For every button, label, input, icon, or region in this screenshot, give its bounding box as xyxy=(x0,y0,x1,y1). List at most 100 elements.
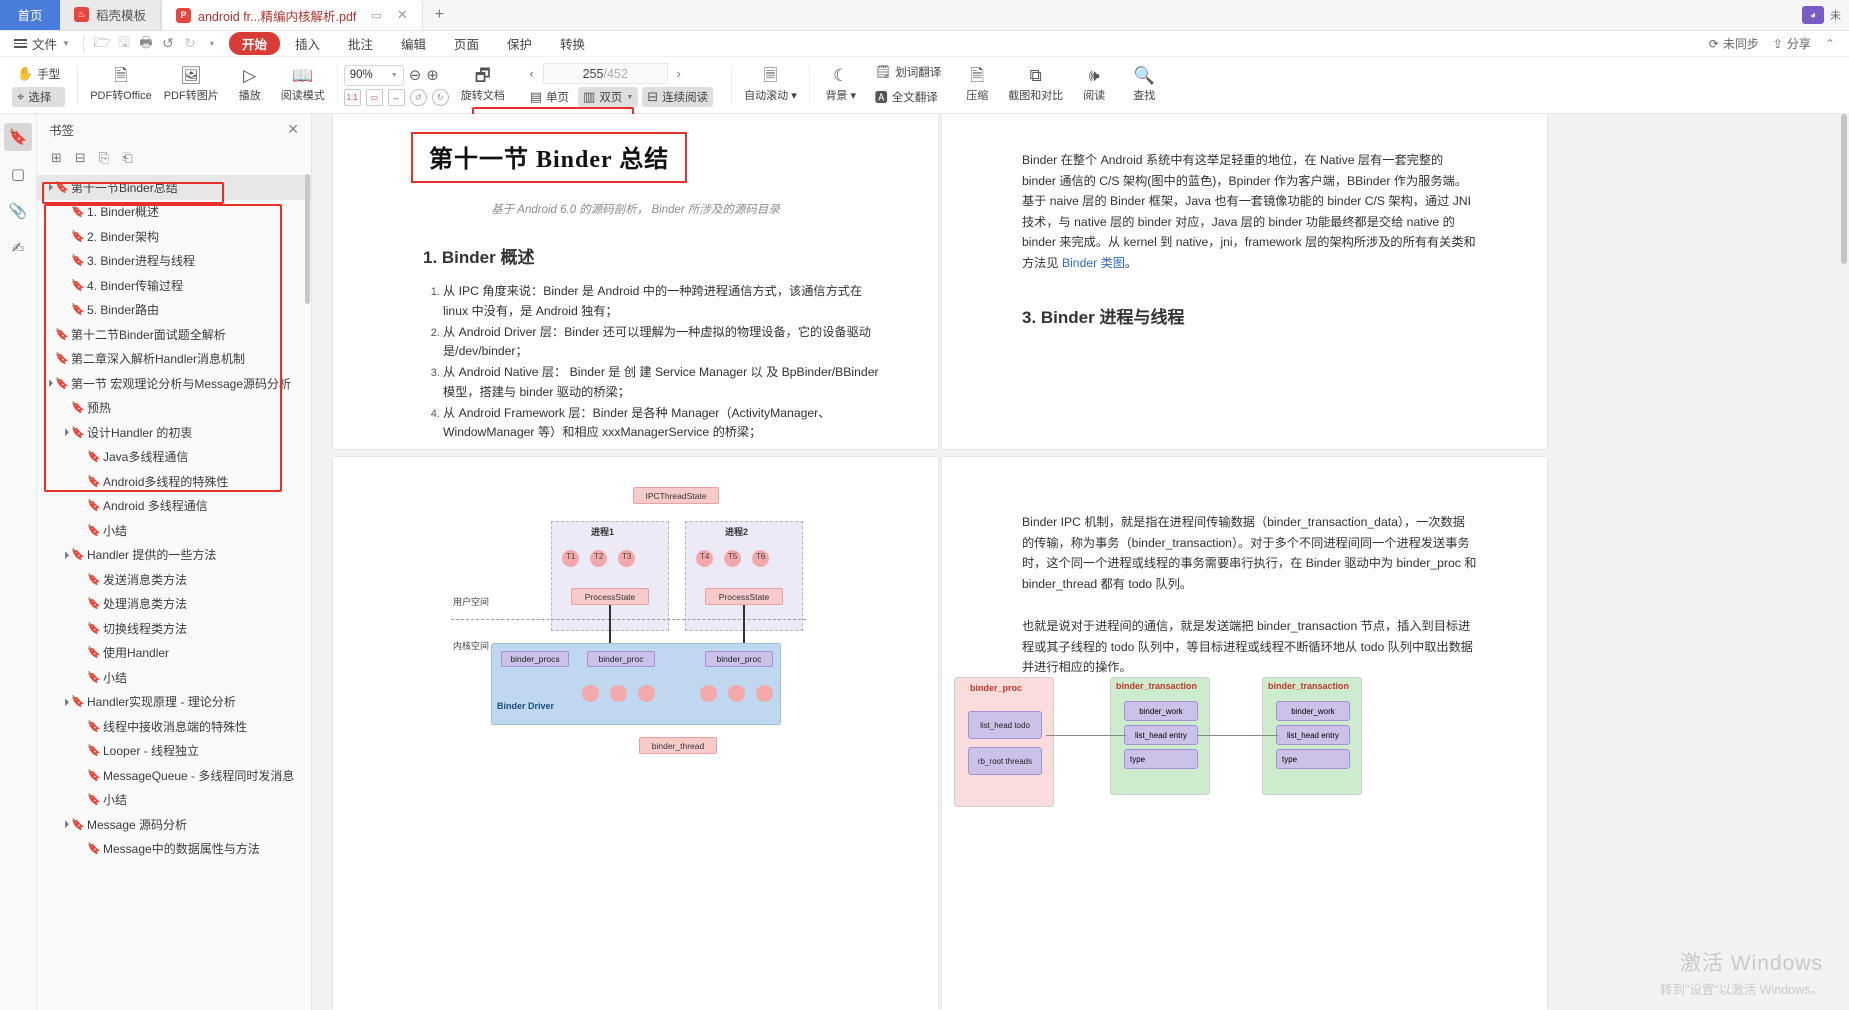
ribbon-tab-convert[interactable]: 转换 xyxy=(547,32,598,55)
fit-page-icon[interactable]: ▭ xyxy=(365,88,383,106)
document-viewport[interactable]: 第十一节 Binder 总结 基于 Android 6.0 的源码剖析， Bin… xyxy=(312,114,1849,1010)
bookmark-item[interactable]: 🔖 Android 多线程通信 xyxy=(37,494,311,519)
collapse-ribbon-icon[interactable]: ⌃ xyxy=(1825,37,1835,51)
screenshot-compare-button[interactable]: ⧉ 截图和对比 xyxy=(1002,65,1069,105)
collapse-bookmark-icon[interactable]: ⎗ xyxy=(122,150,132,166)
bookmark-item[interactable]: 🔖 MessageQueue - 多线程同时发消息 xyxy=(37,763,311,788)
save-icon[interactable]: 🖫 xyxy=(113,34,135,54)
ribbon-tab-edit[interactable]: 编辑 xyxy=(388,32,439,55)
bookmark-item[interactable]: 🔖 小结 xyxy=(37,665,311,690)
compress-button[interactable]: 🗎 压缩 xyxy=(952,65,1002,105)
sync-status-button[interactable]: ⟳ 未同步 xyxy=(1709,35,1759,52)
caret-expanded-icon[interactable]: ◢ xyxy=(58,695,72,709)
fit-width-icon[interactable]: ↔ xyxy=(387,88,405,106)
bookmark-item[interactable]: 🔖 4. Binder传输过程 xyxy=(37,273,311,298)
bookmark-item[interactable]: 🔖 Message中的数据属性与方法 xyxy=(37,837,311,862)
open-icon[interactable]: 🗁 xyxy=(91,34,113,54)
bookmark-item[interactable]: 🔖 第二章深入解析Handler消息机制 xyxy=(37,347,311,372)
bookmark-item[interactable]: 🔖 Java多线程通信 xyxy=(37,445,311,470)
zoom-select[interactable]: 90% ▼ xyxy=(343,64,404,86)
bookmark-item[interactable]: ◢ 🔖 Message 源码分析 xyxy=(37,812,311,837)
bookmark-item[interactable]: 🔖 使用Handler xyxy=(37,641,311,666)
caret-expanded-icon[interactable]: ◢ xyxy=(42,180,56,194)
caret-expanded-icon[interactable]: ◢ xyxy=(58,548,72,562)
bookmark-item[interactable]: 🔖 小结 xyxy=(37,788,311,813)
expand-bookmark-icon[interactable]: ⎘ xyxy=(99,150,109,166)
auto-scroll-button[interactable]: 🗏 自动滚动 ▾ xyxy=(738,65,803,105)
annotation-rail-button[interactable]: ✍ xyxy=(4,234,32,262)
undo-icon[interactable]: ↺ xyxy=(157,34,179,54)
remove-bookmark-icon[interactable]: ⊟ xyxy=(75,150,86,166)
bookmark-item[interactable]: ◢ 🔖 第一节 宏观理论分析与Message源码分析 xyxy=(37,371,311,396)
bookmark-item[interactable]: 🔖 小结 xyxy=(37,518,311,543)
full-translate-button[interactable]: 🅰 全文翻译 xyxy=(870,85,947,108)
share-button[interactable]: ⇪ 分享 xyxy=(1773,35,1811,52)
bookmark-item[interactable]: 🔖 预热 xyxy=(37,396,311,421)
redo-icon[interactable]: ↻ xyxy=(179,34,201,54)
ribbon-tab-start[interactable]: 开始 xyxy=(228,32,280,55)
select-tool-button[interactable]: ⌖ 选择 xyxy=(12,86,66,107)
page-number-input[interactable]: 255/452 xyxy=(542,63,668,84)
avatar[interactable]: ◕ xyxy=(1802,6,1824,24)
zoom-in-icon[interactable]: ⊕ xyxy=(426,66,439,84)
ribbon-tab-insert[interactable]: 插入 xyxy=(282,32,333,55)
caret-expanded-icon[interactable]: ◢ xyxy=(58,425,72,439)
bookmark-item[interactable]: 🔖 线程中接收消息端的特殊性 xyxy=(37,714,311,739)
double-page-button[interactable]: ▥ 双页 ▼ xyxy=(578,87,639,107)
close-icon[interactable]: ✕ xyxy=(397,7,408,23)
close-icon[interactable]: ✕ xyxy=(287,121,299,138)
actual-size-icon[interactable]: 1:1 xyxy=(343,88,361,106)
pdf-to-image-button[interactable]: 🖼 PDF转图片 xyxy=(158,65,225,105)
ribbon-tab-page[interactable]: 页面 xyxy=(441,32,492,55)
next-page-icon[interactable]: › xyxy=(672,66,686,81)
bookmark-item[interactable]: 🔖 Android多线程的特殊性 xyxy=(37,469,311,494)
new-tab-button[interactable]: + xyxy=(423,6,456,24)
bookmark-item[interactable]: 🔖 第十二节Binder面试题全解析 xyxy=(37,322,311,347)
file-menu-button[interactable]: 文件 ▼ xyxy=(8,34,76,53)
bookmark-item[interactable]: 🔖 切换线程类方法 xyxy=(37,616,311,641)
bookmark-rail-button[interactable]: 🔖 xyxy=(4,123,32,151)
caret-expanded-icon[interactable]: ◢ xyxy=(58,817,72,831)
rotate-right-icon[interactable]: ↻ xyxy=(431,88,449,106)
single-page-button[interactable]: ▤ 单页 xyxy=(525,87,574,107)
tab-home[interactable]: 首页 xyxy=(0,0,60,30)
binder-class-diagram-link[interactable]: Binder 类图 xyxy=(1062,256,1125,270)
rotate-left-icon[interactable]: ↺ xyxy=(409,88,427,106)
present-monitor-icon[interactable]: ▭ xyxy=(371,9,381,22)
bookmark-item[interactable]: ◢ 🔖 第十一节Binder总结 xyxy=(37,175,311,200)
bookmark-item[interactable]: ◢ 🔖 Handler 提供的一些方法 xyxy=(37,543,311,568)
document-scrollbar[interactable] xyxy=(1841,114,1847,264)
continuous-read-button[interactable]: ⊟ 连续阅读 xyxy=(642,87,714,107)
customize-toolbar-icon[interactable]: ▾ xyxy=(201,34,223,54)
tab-pdf-document[interactable]: P android fr...精编内核解析.pdf ▭ ✕ xyxy=(161,0,423,30)
caret-expanded-icon[interactable]: ◢ xyxy=(42,376,56,390)
bookmark-item[interactable]: ◢ 🔖 Handler实现原理 - 理论分析 xyxy=(37,690,311,715)
find-button[interactable]: 🔍 查找 xyxy=(1119,65,1169,105)
word-translate-button[interactable]: 🗒 划词翻译 xyxy=(870,62,947,82)
bookmark-item[interactable]: 🔖 处理消息类方法 xyxy=(37,592,311,617)
ribbon-tab-protect[interactable]: 保护 xyxy=(494,32,545,55)
read-aloud-button[interactable]: 🕪 阅读 xyxy=(1069,65,1119,105)
thumbnail-rail-button[interactable]: ▢ xyxy=(4,160,32,188)
attachment-rail-button[interactable]: 📎 xyxy=(4,197,32,225)
bookmark-item[interactable]: ◢ 🔖 设计Handler 的初衷 xyxy=(37,420,311,445)
user-label[interactable]: 未 xyxy=(1830,7,1841,23)
prev-page-icon[interactable]: ‹ xyxy=(525,66,539,81)
bookmark-item[interactable]: 🔖 2. Binder架构 xyxy=(37,224,311,249)
tab-docer-template[interactable]: ♨ 稻壳模板 xyxy=(60,0,162,30)
bookmark-item[interactable]: 🔖 5. Binder路由 xyxy=(37,298,311,323)
bookmark-item[interactable]: 🔖 发送消息类方法 xyxy=(37,567,311,592)
bookmark-item[interactable]: 🔖 Looper - 线程独立 xyxy=(37,739,311,764)
bookmarks-scrollbar[interactable] xyxy=(305,174,310,304)
zoom-out-icon[interactable]: ⊖ xyxy=(409,66,422,84)
play-button[interactable]: ▷ 播放 xyxy=(225,65,275,105)
bookmark-item[interactable]: 🔖 3. Binder进程与线程 xyxy=(37,249,311,274)
bookmarks-tree[interactable]: ◢ 🔖 第十一节Binder总结 🔖 1. Binder概述 🔖 2. Binder架构 🔖 3… xyxy=(37,172,311,1010)
rotate-document-button[interactable]: 🗗 旋转文档 xyxy=(455,65,511,105)
read-mode-button[interactable]: 📖 阅读模式 xyxy=(275,65,331,105)
pdf-to-office-button[interactable]: 🗎 PDF转Office xyxy=(84,65,158,105)
hand-tool-button[interactable]: ✋ 手型 xyxy=(12,64,65,84)
ribbon-tab-comment[interactable]: 批注 xyxy=(335,32,386,55)
add-bookmark-icon[interactable]: ⊞ xyxy=(51,150,62,166)
bookmark-item[interactable]: 🔖 1. Binder概述 xyxy=(37,200,311,225)
